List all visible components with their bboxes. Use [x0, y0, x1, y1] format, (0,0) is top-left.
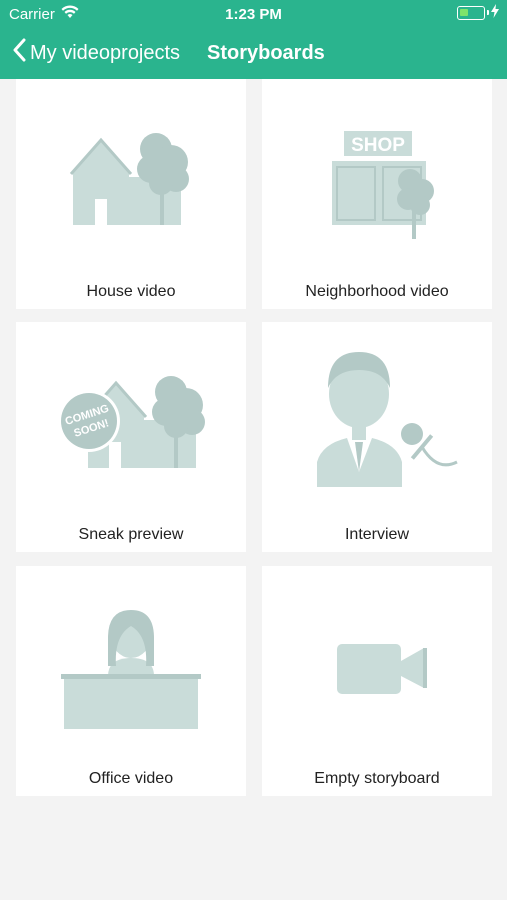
card-label: Empty storyboard [314, 770, 440, 787]
shop-sign-text: SHOP [351, 135, 405, 156]
interview-icon [317, 352, 458, 487]
coming-soon-icon: COMING SOON! [58, 376, 205, 468]
status-bar: Carrier 1:23 PM [0, 0, 507, 28]
page-title: Storyboards [207, 42, 325, 64]
card-label: Sneak preview [78, 526, 184, 543]
shop-icon: SHOP [332, 131, 434, 239]
charging-icon [491, 4, 499, 22]
navigation-bar: My videoprojects Storyboards [0, 32, 507, 72]
card-label: Interview [344, 526, 410, 543]
house-icon [69, 133, 189, 225]
office-icon [61, 610, 201, 729]
battery-icon [457, 6, 489, 20]
storyboard-card-house-video[interactable]: House video [16, 79, 246, 309]
card-label: Office video [88, 770, 174, 787]
video-camera-icon [337, 644, 427, 694]
storyboard-card-office-video[interactable]: Office video [16, 566, 246, 796]
back-button[interactable]: My videoprojects [12, 38, 180, 68]
card-label: Neighborhood video [305, 283, 449, 300]
clock: 1:23 PM [225, 6, 282, 23]
card-label: House video [86, 283, 176, 300]
chevron-left-icon [12, 38, 26, 68]
storyboard-card-sneak-preview[interactable]: COMING SOON! Sneak preview [16, 322, 246, 552]
storyboard-card-interview[interactable]: Interview [262, 322, 492, 552]
back-label: My videoprojects [30, 41, 181, 64]
storyboard-card-empty-storyboard[interactable]: Empty storyboard [262, 566, 492, 796]
storyboard-card-neighborhood-video[interactable]: SHOP Neighborhood video [262, 79, 492, 309]
header: Carrier 1:23 PM My videoprojects Storybo… [0, 0, 507, 79]
